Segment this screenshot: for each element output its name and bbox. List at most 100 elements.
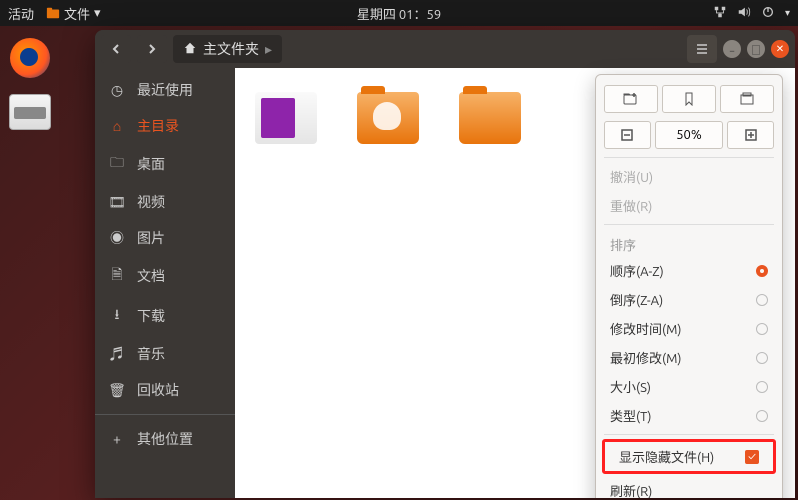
home-icon: ⌂ — [109, 118, 125, 134]
back-button[interactable] — [101, 35, 131, 63]
hamburger-menu-button[interactable] — [687, 35, 717, 63]
folder-item[interactable] — [459, 92, 521, 144]
sidebar-item-label: 文档 — [137, 266, 165, 286]
chevron-right-icon: ▸ — [265, 41, 272, 58]
dock-firefox[interactable] — [6, 34, 54, 82]
radio-icon — [756, 323, 768, 335]
sort-option-type[interactable]: 类型(T) — [596, 401, 782, 430]
forward-button[interactable] — [137, 35, 167, 63]
sidebar: ◷最近使用 ⌂主目录 🗀桌面 🎞视频 ◉图片 🗎文档 ⭳下载 ♬音乐 🗑回收站 … — [95, 68, 235, 498]
radio-icon — [756, 352, 768, 364]
sidebar-item-desktop[interactable]: 🗀 桌面 — [95, 144, 235, 184]
home-icon — [183, 41, 197, 58]
separator — [95, 414, 235, 415]
music-icon: ♬ — [109, 344, 125, 364]
redo-menuitem[interactable]: 重做(R) — [596, 191, 782, 220]
sort-option-az[interactable]: 顺序(A-Z) — [596, 256, 782, 285]
breadcrumb-label: 主文件夹 — [203, 39, 259, 59]
app-menu[interactable]: 文件 ▾ — [46, 4, 101, 23]
chevron-down-icon: ▾ — [785, 7, 790, 19]
bookmark-button[interactable] — [662, 85, 716, 113]
maximize-button[interactable]: □ — [747, 40, 765, 58]
new-folder-button[interactable] — [604, 85, 658, 113]
undo-menuitem[interactable]: 撤消(U) — [596, 162, 782, 191]
firefox-icon — [10, 38, 50, 78]
sort-header: 排序 — [596, 229, 782, 256]
file-manager-window: 主文件夹 ▸ ‒ □ ✕ ◷最近使用 ⌂主目录 🗀桌面 🎞视频 ◉图片 🗎文档 … — [95, 30, 795, 498]
sidebar-item-downloads[interactable]: ⭳ 下载 — [95, 296, 235, 336]
radio-icon — [756, 410, 768, 422]
sidebar-item-label: 主目录 — [137, 116, 179, 136]
sidebar-item-label: 桌面 — [137, 154, 165, 174]
show-hidden-menuitem[interactable]: 显示隐藏文件(H) ✓ — [605, 442, 773, 471]
dock — [0, 26, 60, 500]
menuitem-label: 重做(R) — [610, 196, 652, 215]
menuitem-label: 顺序(A-Z) — [610, 261, 664, 280]
titlebar: 主文件夹 ▸ ‒ □ ✕ — [95, 30, 795, 68]
radio-icon — [756, 265, 768, 277]
separator — [604, 224, 774, 225]
zoom-level[interactable]: 50% — [655, 121, 724, 149]
sidebar-item-label: 下载 — [137, 306, 165, 326]
network-icon[interactable] — [713, 5, 727, 22]
menuitem-label: 撤消(U) — [610, 167, 653, 186]
document-icon: 🗎 — [109, 264, 125, 288]
folder-item[interactable] — [357, 92, 419, 144]
close-button[interactable]: ✕ — [771, 40, 789, 58]
checkbox-icon: ✓ — [745, 450, 759, 464]
sidebar-item-pictures[interactable]: ◉ 图片 — [95, 220, 235, 256]
sort-option-first-modified[interactable]: 最初修改(M) — [596, 343, 782, 372]
camera-icon: ◉ — [109, 228, 125, 248]
sort-option-za[interactable]: 倒序(Z-A) — [596, 285, 782, 314]
path-bar[interactable]: 主文件夹 ▸ — [173, 35, 282, 63]
folder-item[interactable] — [255, 92, 317, 144]
minimize-button[interactable]: ‒ — [723, 40, 741, 58]
sidebar-item-label: 其他位置 — [137, 429, 193, 449]
zoom-out-button[interactable] — [604, 121, 651, 149]
highlight-annotation: 显示隐藏文件(H) ✓ — [602, 439, 776, 474]
app-menu-label: 文件 — [64, 4, 90, 23]
plus-icon: + — [109, 431, 125, 447]
menuitem-label: 刷新(R) — [610, 481, 652, 498]
separator — [604, 157, 774, 158]
menuitem-label: 类型(T) — [610, 406, 651, 425]
video-icon: 🎞 — [109, 194, 125, 211]
sort-option-modified[interactable]: 修改时间(M) — [596, 314, 782, 343]
sidebar-item-music[interactable]: ♬ 音乐 — [95, 336, 235, 372]
menuitem-label: 显示隐藏文件(H) — [619, 447, 714, 466]
activities-button[interactable]: 活动 — [8, 4, 34, 23]
sidebar-item-label: 最近使用 — [137, 80, 193, 100]
power-icon[interactable] — [761, 5, 775, 22]
separator — [604, 434, 774, 435]
sidebar-item-videos[interactable]: 🎞 视频 — [95, 184, 235, 220]
sidebar-item-label: 回收站 — [137, 380, 179, 400]
sort-option-size[interactable]: 大小(S) — [596, 372, 782, 401]
download-icon: ⭳ — [109, 304, 125, 328]
menuitem-label: 修改时间(M) — [610, 319, 682, 338]
dock-files[interactable] — [6, 88, 54, 136]
folder-icon: 🗀 — [109, 152, 125, 176]
chevron-down-icon: ▾ — [94, 6, 101, 21]
clock-icon: ◷ — [109, 82, 125, 99]
files-app-icon — [46, 6, 60, 20]
trash-icon: 🗑 — [109, 382, 125, 399]
sidebar-item-label: 视频 — [137, 192, 165, 212]
menuitem-label: 最初修改(M) — [610, 348, 682, 367]
sidebar-item-trash[interactable]: 🗑 回收站 — [95, 372, 235, 408]
sidebar-item-home[interactable]: ⌂ 主目录 — [95, 108, 235, 144]
radio-icon — [756, 381, 768, 393]
menuitem-label: 倒序(Z-A) — [610, 290, 663, 309]
sidebar-item-documents[interactable]: 🗎 文档 — [95, 256, 235, 296]
sidebar-item-label: 图片 — [137, 228, 165, 248]
sidebar-item-recent[interactable]: ◷ 最近使用 — [95, 72, 235, 108]
sidebar-item-other[interactable]: + 其他位置 — [95, 421, 235, 457]
new-tab-button[interactable] — [720, 85, 774, 113]
top-panel: 活动 文件 ▾ 星期四 01：59 ▾ — [0, 0, 798, 26]
file-manager-icon — [9, 94, 51, 130]
clock[interactable]: 星期四 01：59 — [357, 4, 441, 23]
volume-icon[interactable] — [737, 5, 751, 22]
zoom-in-button[interactable] — [727, 121, 774, 149]
refresh-menuitem[interactable]: 刷新(R) — [596, 476, 782, 498]
sidebar-item-label: 音乐 — [137, 344, 165, 364]
menuitem-label: 大小(S) — [610, 377, 651, 396]
